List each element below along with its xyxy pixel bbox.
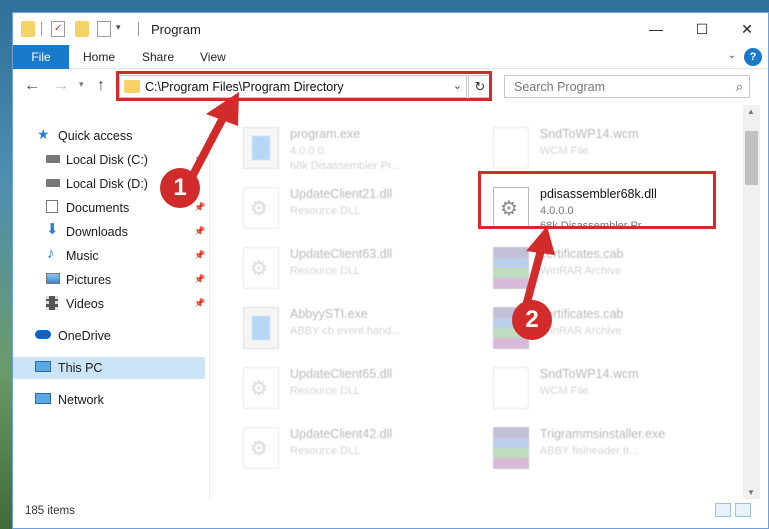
list-item[interactable]: program.exe 4.0.0.0 68k Disassembler Pr.…: [243, 125, 483, 177]
sidebar-item-onedrive[interactable]: OneDrive: [13, 325, 205, 347]
folder-icon[interactable]: [21, 21, 35, 37]
window-title: Program: [151, 22, 201, 37]
help-button[interactable]: ?: [744, 48, 762, 66]
star-icon: ★: [37, 126, 50, 142]
downloads-icon: ⬇: [46, 221, 59, 238]
music-icon: ♪: [47, 245, 55, 262]
list-item[interactable]: UpdateClient21.dll Resource DLL: [243, 185, 483, 237]
up-button[interactable]: ↑: [97, 77, 105, 95]
file-icon: [493, 367, 529, 409]
title-bar: ✓ ▾ Program — ☐ ✕: [13, 13, 768, 45]
pin-icon[interactable]: 📌: [194, 298, 205, 309]
address-highlight-box: [116, 71, 492, 101]
scroll-down-icon[interactable]: ▼: [747, 488, 755, 497]
navigation-pane: ★ Quick access Local Disk (C:) 📌 Local D…: [13, 105, 209, 499]
callout-badge-1: 1: [160, 168, 200, 208]
tiles-view-icon[interactable]: [735, 503, 751, 517]
pin-icon[interactable]: 📌: [194, 274, 205, 285]
customize-icon[interactable]: [97, 21, 111, 37]
callout-badge-2: 2: [512, 300, 552, 340]
archive-icon: [493, 427, 529, 469]
drive-icon: [46, 155, 60, 163]
sidebar-item-downloads[interactable]: ⬇ Downloads 📌: [13, 221, 205, 243]
videos-icon: [46, 296, 58, 310]
tab-file[interactable]: File: [13, 45, 69, 69]
minimize-button[interactable]: —: [633, 13, 679, 45]
tab-share[interactable]: Share: [142, 45, 174, 69]
recent-locations-icon[interactable]: ▾: [79, 79, 84, 90]
search-icon: ⌕: [735, 79, 743, 94]
details-view-icon[interactable]: [715, 503, 731, 517]
pin-icon[interactable]: 📌: [194, 226, 205, 237]
cloud-icon: [35, 330, 51, 339]
file-icon: [493, 127, 529, 169]
pin-icon[interactable]: 📌: [194, 154, 205, 165]
status-bar: 185 items: [13, 499, 768, 528]
documents-icon: [46, 200, 58, 213]
pin-icon[interactable]: 📌: [194, 202, 205, 213]
item-count: 185 items: [25, 505, 75, 517]
properties-icon[interactable]: ✓: [51, 21, 65, 37]
dropdown-icon[interactable]: ▾: [116, 22, 121, 33]
tab-home[interactable]: Home: [83, 45, 115, 69]
network-icon: [35, 393, 51, 404]
scroll-up-icon[interactable]: ▲: [747, 107, 755, 116]
search-input[interactable]: Search Program ⌕: [504, 75, 750, 98]
pictures-icon: [46, 273, 60, 284]
new-folder-icon[interactable]: [75, 21, 89, 37]
vertical-scrollbar[interactable]: ▲ ▼: [743, 105, 760, 499]
archive-icon: [493, 247, 529, 289]
forward-button[interactable]: →: [53, 77, 69, 95]
close-button[interactable]: ✕: [724, 13, 768, 45]
tab-view[interactable]: View: [200, 45, 226, 69]
monitor-icon: [35, 361, 51, 372]
drive-icon: [46, 179, 60, 187]
expand-ribbon-icon[interactable]: ⌄: [728, 50, 736, 61]
dll-file-icon: [243, 367, 279, 409]
list-item[interactable]: SndToWP14.wcm WCM File: [493, 365, 733, 417]
application-icon: [243, 307, 279, 349]
dll-file-icon: [243, 247, 279, 289]
sidebar-item-music[interactable]: ♪ Music 📌: [13, 245, 205, 267]
list-item[interactable]: certificates.cab WinRAR Archive: [493, 245, 733, 297]
pin-icon[interactable]: 📌: [194, 250, 205, 261]
list-item[interactable]: UpdateClient63.dll Resource DLL: [243, 245, 483, 297]
list-item[interactable]: AbbyySTI.exe ABBY cb event hand...: [243, 305, 483, 357]
maximize-button[interactable]: ☐: [679, 13, 725, 45]
sidebar-item-network[interactable]: Network: [13, 389, 205, 411]
dll-file-icon: [243, 187, 279, 229]
sidebar-item-quick-access[interactable]: ★ Quick access: [13, 125, 205, 147]
scrollbar-thumb[interactable]: [745, 131, 758, 185]
file-highlight-box: [478, 171, 716, 229]
list-item[interactable]: UpdateClient42.dll Resource DLL: [243, 425, 483, 477]
list-item[interactable]: Trigrammsinstaller.exe ABBY fisineader t…: [493, 425, 733, 477]
dll-file-icon: [243, 427, 279, 469]
ribbon: File Home Share View ⌄ ?: [13, 45, 768, 69]
back-button[interactable]: ←: [24, 77, 40, 95]
application-icon: [243, 127, 279, 169]
file-list: program.exe 4.0.0.0 68k Disassembler Pr.…: [213, 105, 743, 499]
sidebar-item-pictures[interactable]: Pictures 📌: [13, 269, 205, 291]
list-item[interactable]: SndToWP14.wcm WCM File: [493, 125, 733, 177]
list-item[interactable]: UpdateClient65.dll Resource DLL: [243, 365, 483, 417]
sidebar-item-this-pc[interactable]: This PC: [13, 357, 205, 379]
search-placeholder: Search Program: [514, 80, 606, 94]
sidebar-item-videos[interactable]: Videos 📌: [13, 293, 205, 315]
